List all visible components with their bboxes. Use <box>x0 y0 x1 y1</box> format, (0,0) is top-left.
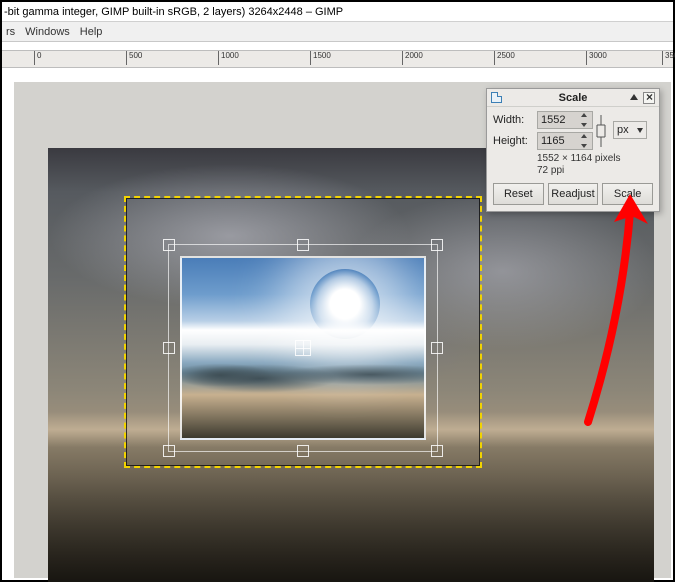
readjust-button[interactable]: Readjust <box>548 183 599 205</box>
reset-button[interactable]: Reset <box>493 183 544 205</box>
scale-dialog[interactable]: Scale Width: 1552 Height: <box>486 88 660 212</box>
image-canvas[interactable] <box>48 148 654 582</box>
height-label: Height: <box>493 135 537 147</box>
aspect-chain-icon[interactable] <box>595 111 607 151</box>
scale-transform-box[interactable] <box>168 244 438 452</box>
dialog-body: Width: 1552 Height: 1165 <box>487 107 659 211</box>
width-value: 1552 <box>541 114 565 126</box>
gimp-window: -bit gamma integer, GIMP built-in sRGB, … <box>0 0 675 582</box>
handle-bottom-left[interactable] <box>163 445 175 457</box>
width-label: Width: <box>493 114 537 126</box>
ruler-horizontal[interactable]: 0 500 1000 1500 2000 2500 3000 3500 <box>2 50 673 68</box>
ruler-tick: 0 <box>34 51 41 65</box>
handle-bottom-right[interactable] <box>431 445 443 457</box>
ruler-tick: 3000 <box>586 51 607 65</box>
handle-right[interactable] <box>431 342 443 354</box>
window-titlebar: -bit gamma integer, GIMP built-in sRGB, … <box>2 2 673 22</box>
scale-button[interactable]: Scale <box>602 183 653 205</box>
dialog-close-icon[interactable] <box>643 92 655 104</box>
dialog-doc-icon <box>491 92 502 103</box>
handle-top-right[interactable] <box>431 239 443 251</box>
width-input[interactable]: 1552 <box>537 111 593 129</box>
pixel-dimensions-info: 1552 × 1164 pixels <box>537 153 653 165</box>
dialog-collapse-icon[interactable] <box>629 93 639 103</box>
dialog-title: Scale <box>559 92 588 104</box>
height-value: 1165 <box>541 135 565 147</box>
ruler-tick: 2500 <box>494 51 515 65</box>
ruler-tick: 2000 <box>402 51 423 65</box>
menubar[interactable]: rs Windows Help <box>2 22 673 42</box>
height-stepper[interactable] <box>581 134 589 148</box>
ruler-tick: 1000 <box>218 51 239 65</box>
menu-item-help[interactable]: Help <box>80 26 103 38</box>
ruler-tick: 500 <box>126 51 142 65</box>
handle-left[interactable] <box>163 342 175 354</box>
unit-select[interactable]: px <box>613 121 647 139</box>
height-input[interactable]: 1165 <box>537 132 593 150</box>
menu-item-filters-partial[interactable]: rs <box>6 26 15 38</box>
handle-top[interactable] <box>297 239 309 251</box>
menu-item-windows[interactable]: Windows <box>25 26 70 38</box>
ppi-info: 72 ppi <box>537 165 653 177</box>
window-title: -bit gamma integer, GIMP built-in sRGB, … <box>4 6 343 18</box>
ruler-tick: 1500 <box>310 51 331 65</box>
handle-top-left[interactable] <box>163 239 175 251</box>
width-stepper[interactable] <box>581 113 589 127</box>
chevron-down-icon <box>637 128 643 133</box>
dialog-titlebar[interactable]: Scale <box>487 89 659 107</box>
handle-center[interactable] <box>295 340 311 356</box>
unit-label: px <box>617 124 629 136</box>
handle-bottom[interactable] <box>297 445 309 457</box>
ruler-tick: 3500 <box>662 51 675 65</box>
